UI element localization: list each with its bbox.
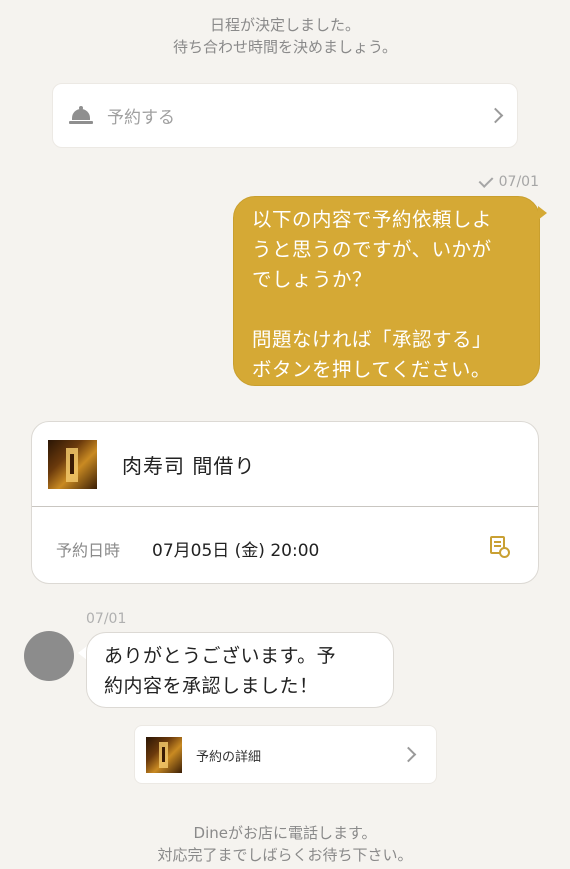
service-bell-icon [69,105,93,127]
message-line: ありがとうございます。予 [104,645,337,667]
message-line: ボタンを押してください。 [252,358,491,381]
restaurant-photo [48,440,97,489]
system-note-schedule-decided: 日程が決定しました。 待ち合わせ時間を決めましょう。 [0,14,570,58]
outgoing-message-bubble: 以下の内容で予約依頼しよ うと思うのですが、いかが でしょうか？ 問題なければ「… [233,196,540,386]
restaurant-name: 肉寿司 間借り [122,454,256,478]
system-note-line: 対応完了までしばらくお待ち下さい。 [157,846,413,864]
reservation-date-value: 07月05日 (金) 20:00 [152,541,320,561]
message-line: 以下の内容で予約依頼しよ [252,208,493,231]
bubble-tail [538,206,547,220]
system-note-line: Dineがお店に電話します。 [193,824,377,842]
chevron-right-icon [487,107,504,124]
chevron-right-icon [400,746,417,763]
check-icon [478,172,494,188]
system-note-dine-calling: Dineがお店に電話します。 対応完了までしばらくお待ち下さい。 [0,822,570,866]
incoming-message-bubble: ありがとうございます。予 約内容を承認しました！ [86,632,394,708]
message-line: でしょうか？ [252,268,373,291]
restaurant-photo [146,737,182,773]
message-line: うと思うのですが、いかが [252,238,492,261]
reservation-detail-button[interactable]: 予約の詳細 [134,725,437,784]
reserve-button[interactable]: 予約する [52,83,518,148]
reservation-card[interactable]: 肉寿司 間借り 予約日時 07月05日 (金) 20:00 [31,421,539,584]
divider [32,506,538,507]
message-line-blank [252,295,523,325]
document-search-icon[interactable] [490,536,510,558]
reserve-button-label: 予約する [107,108,175,128]
system-note-line: 日程が決定しました。 [209,16,360,34]
incoming-message-date: 07/01 [86,611,127,627]
message-date: 07/01 [498,174,539,190]
reservation-detail-label: 予約の詳細 [196,750,262,765]
system-note-line: 待ち合わせ時間を決めましょう。 [172,38,398,56]
avatar[interactable] [24,631,74,681]
reservation-date-label: 予約日時 [56,541,121,560]
message-meta: 07/01 [478,172,539,190]
message-line: 約内容を承認しました！ [104,675,319,697]
message-line: 問題なければ「承認する」 [252,328,493,351]
